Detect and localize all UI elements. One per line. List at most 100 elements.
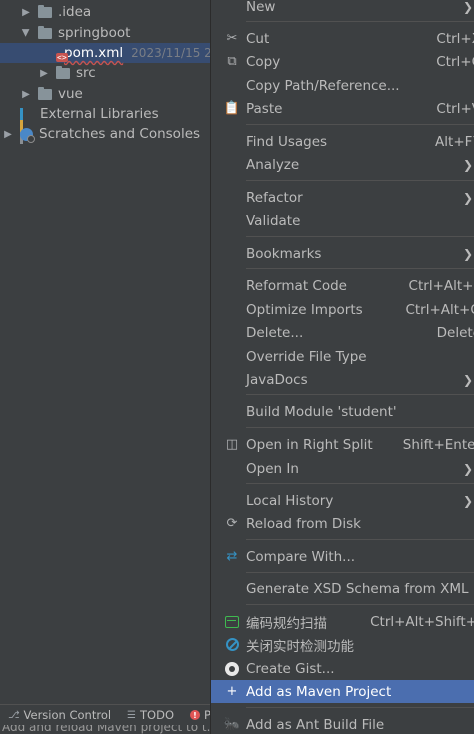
menu-separator — [246, 394, 474, 395]
menu-item-local-history[interactable]: Local History ❯ — [211, 489, 474, 512]
menu-item-build-module[interactable]: Build Module 'student' — [211, 400, 474, 423]
menu-item-add-maven-project[interactable]: + Add as Maven Project — [211, 680, 474, 703]
menu-item-shortcut: Ctrl+Alt+Shift+J — [370, 613, 474, 630]
tree-item-label: .idea — [58, 4, 92, 20]
problems-tab[interactable]: ! P — [190, 708, 211, 722]
todo-tab[interactable]: ☰ TODO — [127, 708, 174, 722]
menu-item-paste[interactable]: 📋 Paste Ctrl+V — [211, 97, 474, 120]
folder-icon — [38, 25, 52, 39]
menu-item-reformat-code[interactable]: Reformat Code Ctrl+Alt+L — [211, 274, 474, 297]
menu-item-label: Copy Path/Reference... — [246, 77, 400, 94]
tree-item-label: vue — [58, 86, 83, 102]
submenu-arrow-icon: ❯ — [462, 461, 473, 476]
menu-item-label: New — [246, 0, 276, 15]
submenu-arrow-icon: ❯ — [462, 493, 473, 508]
menu-item-shortcut: Ctrl+C — [436, 53, 474, 70]
menu-item-delete[interactable]: Delete... Delete — [211, 321, 474, 344]
menu-item-code-scan[interactable]: 编码规约扫描 Ctrl+Alt+Shift+J — [211, 610, 474, 633]
status-message: Add and reload Maven project to t... — [2, 725, 219, 734]
compare-icon: ⇄ — [226, 549, 238, 564]
menu-item-generate-xsd[interactable]: Generate XSD Schema from XML File... — [211, 577, 474, 600]
menu-item-shortcut: Shift+Enter — [402, 436, 474, 453]
version-control-tab[interactable]: ⎇ Version Control — [8, 708, 111, 722]
menu-item-shortcut: Ctrl+Alt+L — [408, 277, 474, 294]
submenu-arrow-icon: ❯ — [462, 372, 473, 387]
menu-item-label: Open In — [246, 460, 299, 477]
menu-item-reload-from-disk[interactable]: ⟳ Reload from Disk — [211, 512, 474, 535]
menu-item-label: Add as Maven Project — [246, 683, 392, 700]
split-icon: ◫ — [225, 437, 239, 452]
tree-item-pom-xml[interactable]: pom.xml 2023/11/15 2... — [0, 43, 210, 63]
menu-separator — [246, 483, 474, 484]
menu-item-label: Generate XSD Schema from XML File... — [246, 580, 474, 597]
menu-item-shortcut: Ctrl+V — [436, 100, 474, 117]
submenu-arrow-icon: ❯ — [462, 246, 473, 261]
reload-icon: ⟳ — [226, 516, 238, 531]
menu-item-override-file-type[interactable]: Override File Type — [211, 345, 474, 368]
menu-item-bookmarks[interactable]: Bookmarks ❯ — [211, 242, 474, 265]
menu-item-analyze[interactable]: Analyze ❯ — [211, 153, 474, 176]
tree-item-idea[interactable]: ▶ .idea — [0, 2, 210, 22]
menu-item-label: Open in Right Split — [246, 436, 373, 453]
tree-item-label: pom.xml — [64, 45, 124, 61]
menu-item-copy-path[interactable]: Copy Path/Reference... — [211, 74, 474, 97]
menu-item-shortcut: Ctrl+Alt+O — [405, 301, 474, 318]
chevron-right-icon[interactable]: ▶ — [20, 6, 32, 18]
menu-item-label: Find Usages — [246, 133, 328, 150]
folder-icon — [38, 86, 52, 100]
menu-item-open-in[interactable]: Open In ❯ — [211, 457, 474, 480]
menu-item-find-usages[interactable]: Find Usages Alt+F7 — [211, 130, 474, 153]
ban-icon — [224, 637, 240, 653]
folder-icon — [56, 65, 70, 79]
menu-separator — [246, 180, 474, 181]
error-icon: ! — [190, 710, 200, 720]
menu-item-shortcut: Ctrl+X — [436, 30, 474, 47]
project-tree-panel: ▶ .idea ▶ springboot pom.xml 2023/11/15 … — [0, 0, 210, 704]
menu-item-label: Bookmarks — [246, 245, 322, 262]
submenu-arrow-icon: ❯ — [462, 157, 473, 172]
menu-item-refactor[interactable]: Refactor ❯ — [211, 186, 474, 209]
chevron-right-icon[interactable]: ▶ — [2, 128, 14, 140]
menu-item-label: Optimize Imports — [246, 301, 363, 318]
menu-item-add-ant-build-file[interactable]: 🐜 Add as Ant Build File — [211, 713, 474, 734]
menu-item-disable-realtime-check[interactable]: 关闭实时检测功能 — [211, 633, 474, 656]
menu-item-label: Reformat Code — [246, 277, 347, 294]
menu-item-label: 编码规约扫描 — [246, 615, 327, 632]
menu-item-cut[interactable]: ✂ Cut Ctrl+X — [211, 27, 474, 50]
menu-item-optimize-imports[interactable]: Optimize Imports Ctrl+Alt+O — [211, 298, 474, 321]
tree-item-src[interactable]: ▶ src — [0, 63, 210, 83]
menu-item-label: Override File Type — [246, 348, 367, 365]
menu-item-open-right-split[interactable]: ◫ Open in Right Split Shift+Enter — [211, 433, 474, 456]
folder-icon — [38, 4, 52, 18]
ant-icon: 🐜 — [223, 717, 241, 732]
menu-item-create-gist[interactable]: Create Gist... — [211, 657, 474, 680]
chevron-right-icon[interactable]: ▶ — [20, 88, 32, 100]
github-icon — [224, 661, 240, 677]
tree-item-vue[interactable]: ▶ vue — [0, 84, 210, 104]
menu-separator — [246, 124, 474, 125]
menu-item-label: Analyze — [246, 156, 300, 173]
menu-item-javadocs[interactable]: JavaDocs ❯ — [211, 368, 474, 391]
tree-item-springboot[interactable]: ▶ springboot — [0, 23, 210, 43]
menu-item-label: Validate — [246, 212, 301, 229]
menu-item-label: Reload from Disk — [246, 515, 361, 532]
branch-icon: ⎇ — [8, 709, 20, 721]
todo-list-icon: ☰ — [127, 709, 137, 721]
tree-item-label: External Libraries — [40, 106, 159, 122]
chevron-right-icon[interactable]: ▶ — [38, 67, 50, 79]
menu-item-new[interactable]: New ❯ — [211, 0, 474, 18]
menu-separator — [246, 427, 474, 428]
menu-item-label: Create Gist... — [246, 660, 335, 677]
libraries-icon — [20, 108, 34, 144]
menu-item-compare-with[interactable]: ⇄ Compare With... — [211, 545, 474, 568]
menu-item-validate[interactable]: Validate — [211, 209, 474, 232]
tree-item-external-libraries[interactable]: External Libraries — [0, 104, 210, 144]
chevron-down-icon[interactable]: ▶ — [20, 27, 32, 39]
submenu-arrow-icon: ❯ — [462, 0, 473, 14]
tree-item-label: src — [76, 65, 96, 81]
menu-item-label: Build Module 'student' — [246, 403, 397, 420]
menu-item-text: Cut — [246, 30, 270, 47]
tree-item-scratches[interactable]: ▶ Scratches and Consoles — [0, 124, 210, 144]
menu-item-label: JavaDocs — [246, 371, 308, 388]
menu-item-copy[interactable]: ⧉ Copy Ctrl+C — [211, 50, 474, 73]
